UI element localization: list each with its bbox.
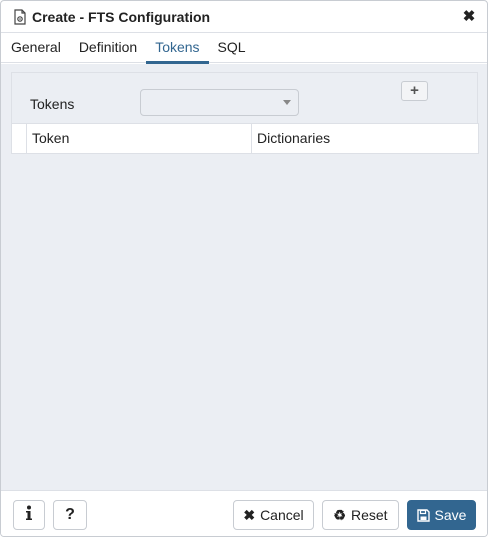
reset-button[interactable]: ♻ Reset xyxy=(322,500,399,530)
info-icon xyxy=(25,505,33,526)
grid-select-column xyxy=(12,124,27,153)
info-button[interactable] xyxy=(13,500,45,530)
tab-general[interactable]: General xyxy=(2,33,70,63)
tokens-label: Tokens xyxy=(30,96,75,112)
fts-configuration-dialog: Create - FTS Configuration ✖ General Def… xyxy=(0,0,488,537)
cancel-label: Cancel xyxy=(260,507,304,523)
add-token-button[interactable]: + xyxy=(401,81,428,101)
tokens-select[interactable] xyxy=(140,89,299,116)
grid-header-token[interactable]: Token xyxy=(27,124,252,153)
save-label: Save xyxy=(434,507,467,523)
close-icon: ✖ xyxy=(243,506,256,523)
reset-label: Reset xyxy=(350,507,388,523)
tokens-grid: Token Dictionaries xyxy=(11,123,479,154)
cancel-button[interactable]: ✖ Cancel xyxy=(233,500,314,530)
save-button[interactable]: Save xyxy=(407,500,476,530)
help-icon: ? xyxy=(65,506,75,523)
tab-definition[interactable]: Definition xyxy=(70,33,146,63)
dialog-title: Create - FTS Configuration xyxy=(32,8,211,25)
tab-bar: General Definition Tokens SQL xyxy=(1,33,487,64)
help-button[interactable]: ? xyxy=(53,500,87,530)
tab-sql[interactable]: SQL xyxy=(209,33,255,63)
plus-icon: + xyxy=(410,82,419,99)
close-icon[interactable]: ✖ xyxy=(461,9,477,25)
fts-configuration-icon xyxy=(13,8,27,25)
save-icon xyxy=(416,508,430,522)
tab-tokens[interactable]: Tokens xyxy=(146,33,209,64)
dialog-titlebar: Create - FTS Configuration ✖ xyxy=(1,1,487,33)
recycle-icon: ♻ xyxy=(333,506,346,523)
chevron-down-icon xyxy=(283,100,291,105)
dialog-footer: ? ✖ Cancel ♻ Reset Save xyxy=(1,490,487,536)
grid-header-dictionaries[interactable]: Dictionaries xyxy=(252,124,478,153)
tokens-tab-content: Tokens + Token Dictionaries xyxy=(1,64,487,490)
